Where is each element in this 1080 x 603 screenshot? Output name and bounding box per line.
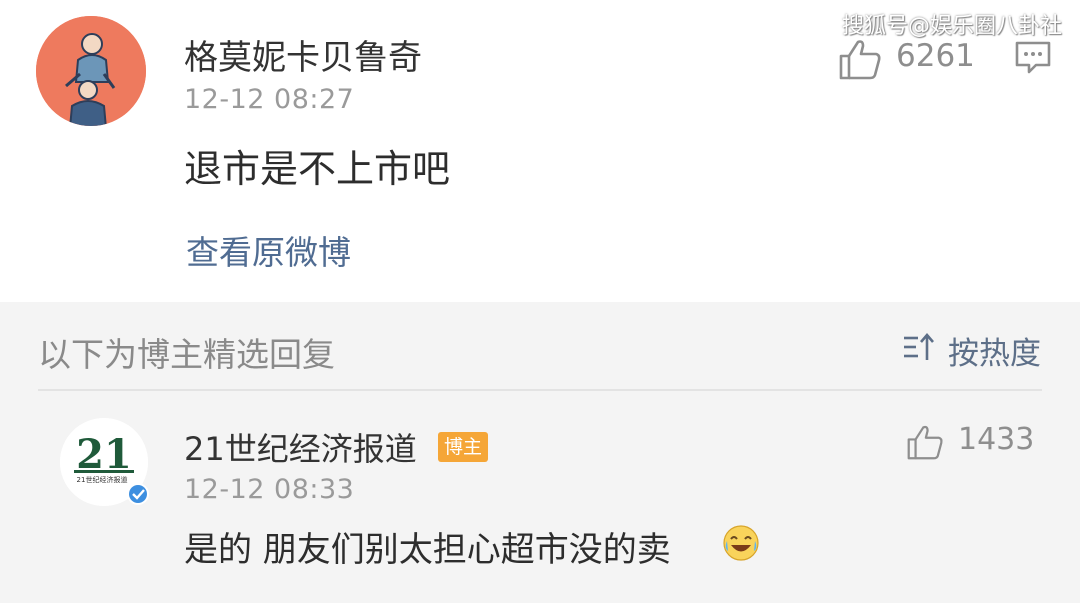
sort-by-hot-button[interactable]: 按热度	[948, 328, 1041, 373]
avatar[interactable]	[36, 16, 146, 126]
blogger-badge: 博主	[438, 432, 488, 462]
avatar[interactable]: 21 21世纪经济报道	[60, 418, 149, 506]
sort-icon[interactable]	[902, 332, 936, 362]
comment-timestamp: 12-12 08:27	[184, 84, 355, 115]
like-count: 1433	[958, 422, 1035, 457]
section-title: 以下为博主精选回复	[38, 335, 335, 374]
reply-text: 是的 朋友们别太担心超市没的卖	[184, 530, 671, 570]
view-original-link[interactable]: 查看原微博	[186, 226, 351, 274]
comment-bubble-icon[interactable]	[1014, 40, 1052, 76]
divider	[38, 389, 1042, 391]
comment-username[interactable]: 格莫妮卡贝鲁奇	[184, 30, 422, 79]
thumbs-up-icon[interactable]	[906, 424, 944, 460]
reply-timestamp: 12-12 08:33	[184, 474, 355, 505]
laughing-crying-emoji-icon	[722, 524, 760, 562]
watermark: 搜狐号@娱乐圈八卦社	[842, 14, 1063, 39]
avatar-subtext: 21世纪经济报道	[77, 475, 128, 484]
reply-username[interactable]: 21世纪经济报道	[184, 424, 417, 470]
like-count: 6261	[896, 38, 975, 74]
thumbs-up-icon[interactable]	[838, 38, 882, 80]
comment-text: 退市是不上市吧	[184, 147, 451, 191]
